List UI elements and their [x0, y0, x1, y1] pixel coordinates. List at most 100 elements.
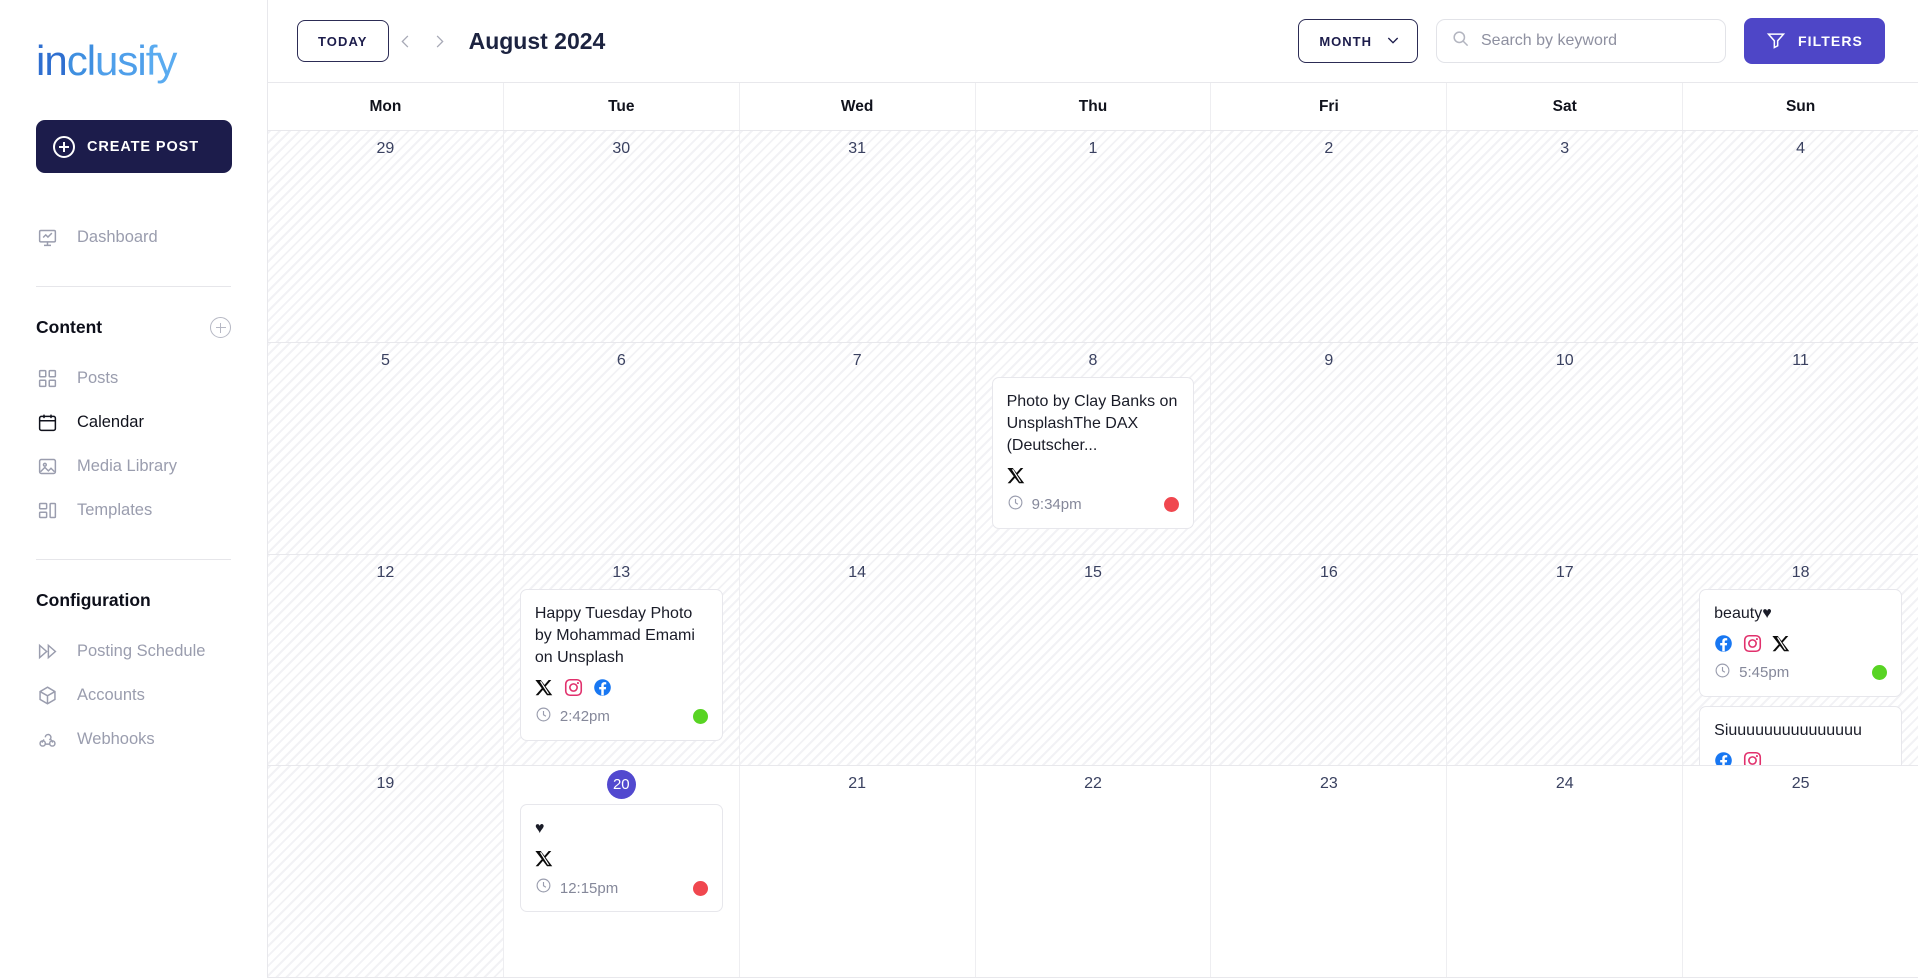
calendar-grid: 29 30 31 1 2 3 4 5 6 7 8 Photo by Clay Banks on Uns… — [268, 131, 1918, 978]
day-events-scroll[interactable] — [976, 165, 1211, 342]
webhook-icon — [36, 728, 58, 750]
post-footer: 9:34pm — [1007, 494, 1180, 516]
day-number: 13 — [612, 563, 631, 581]
create-post-label: CREATE POST — [87, 138, 199, 155]
view-select[interactable]: MONTH — [1298, 19, 1418, 63]
sidebar-item-calendar[interactable]: Calendar — [36, 400, 231, 444]
brand-logo[interactable]: inclusify — [36, 40, 231, 82]
calendar-day-cell[interactable]: 21 — [740, 766, 976, 977]
calendar-day-cell[interactable]: 29 — [268, 131, 504, 342]
calendar-day-cell[interactable]: 30 — [503, 131, 740, 342]
day-events-scroll[interactable]: Happy Tuesday Photo by Mohammad Emami on… — [504, 588, 739, 766]
sidebar-item-templates[interactable]: Templates — [36, 488, 231, 532]
sidebar-item-dashboard[interactable]: Dashboard — [36, 215, 231, 259]
day-number: 29 — [376, 140, 395, 157]
day-events-scroll[interactable] — [504, 377, 739, 554]
filters-button[interactable]: FILTERS — [1744, 18, 1885, 64]
calendar-day-cell[interactable]: 11 — [1683, 342, 1918, 554]
day-number: 16 — [1319, 563, 1338, 581]
calendar-day-cell[interactable]: 13 Happy Tuesday Photo by Mohammad Emami … — [503, 554, 740, 766]
calendar-day-cell[interactable]: 9 — [1211, 342, 1448, 554]
day-events-scroll[interactable] — [268, 800, 503, 977]
today-date-badge: 20 — [606, 770, 636, 800]
day-events-scroll[interactable] — [1447, 800, 1682, 977]
sidebar-item-posts[interactable]: Posts — [36, 356, 231, 400]
page-title: August 2024 — [468, 27, 606, 54]
day-events-scroll[interactable] — [1211, 800, 1446, 977]
post-card[interactable]: Siuuuuuuuuuuuuuuu — [1699, 705, 1903, 766]
sidebar: inclusify CREATE POST Dashboard Content … — [0, 0, 268, 978]
calendar-day-cell[interactable]: 18 beauty♥ 5:45pm Siuuuuuuuuuuuuuuu — [1683, 554, 1918, 766]
prev-month-button[interactable] — [389, 21, 423, 61]
day-events-scroll[interactable] — [740, 377, 975, 554]
day-events-scroll[interactable] — [1447, 589, 1682, 766]
search-input[interactable] — [1481, 32, 1711, 50]
day-events-scroll[interactable] — [1683, 377, 1918, 554]
calendar-day-cell[interactable]: 31 — [739, 131, 976, 342]
post-card[interactable]: Photo by Clay Banks on UnsplashThe DAX (… — [991, 376, 1195, 529]
day-events-scroll[interactable]: beauty♥ 5:45pm Siuuuuuuuuuuuuuuu — [1683, 588, 1918, 766]
sidebar-item-webhooks[interactable]: Webhooks — [36, 717, 231, 761]
calendar-day-cell[interactable]: 19 — [268, 766, 504, 977]
calendar-day-cell[interactable]: 8 Photo by Clay Banks on UnsplashThe DAX … — [975, 342, 1212, 554]
day-events-scroll[interactable] — [1211, 377, 1446, 554]
day-events-scroll[interactable]: ♥ 12:15pm — [504, 804, 739, 977]
dashboard-icon — [36, 226, 58, 248]
calendar-day-cell[interactable]: 24 — [1447, 766, 1684, 977]
x-icon — [535, 849, 554, 868]
sidebar-item-accounts[interactable]: Accounts — [36, 673, 231, 717]
calendar-day-cell[interactable]: 2 — [1211, 131, 1448, 342]
calendar-day-cell[interactable]: 20 ♥ 12:15pm — [504, 766, 740, 977]
day-events-scroll[interactable] — [1211, 165, 1446, 342]
calendar-day-cell[interactable]: 14 — [739, 554, 976, 766]
post-card[interactable]: Happy Tuesday Photo by Mohammad Emami on… — [519, 588, 723, 741]
day-events-scroll[interactable] — [1447, 165, 1682, 342]
day-events-scroll[interactable] — [1447, 377, 1682, 554]
calendar-day-cell[interactable]: 25 — [1683, 766, 1918, 977]
day-number: 25 — [1791, 775, 1810, 793]
next-month-button[interactable] — [423, 21, 457, 61]
day-events-scroll[interactable] — [1683, 165, 1918, 342]
day-events-scroll[interactable] — [976, 589, 1211, 766]
calendar-day-cell[interactable]: 16 — [1211, 554, 1448, 766]
day-events-scroll[interactable] — [976, 800, 1211, 977]
calendar-day-cell[interactable]: 4 — [1683, 131, 1918, 342]
post-card[interactable]: ♥ 12:15pm — [519, 804, 723, 913]
day-number: 17 — [1555, 563, 1574, 581]
day-number: 1 — [1088, 140, 1098, 157]
day-events-scroll[interactable] — [1211, 589, 1446, 766]
create-post-button[interactable]: CREATE POST — [36, 120, 232, 173]
clock-icon — [535, 877, 552, 899]
day-events-scroll[interactable] — [740, 800, 975, 977]
calendar-day-cell[interactable]: 22 — [976, 766, 1212, 977]
day-events-scroll[interactable] — [268, 165, 503, 342]
sidebar-item-posting-schedule[interactable]: Posting Schedule — [36, 629, 231, 673]
day-events-scroll[interactable]: Photo by Clay Banks on UnsplashThe DAX (… — [976, 376, 1211, 554]
post-title: Siuuuuuuuuuuuuuuu — [1714, 721, 1862, 739]
calendar-day-cell[interactable]: 3 — [1447, 131, 1684, 342]
calendar-day-cell[interactable]: 5 — [268, 342, 504, 554]
day-events-scroll[interactable] — [1683, 800, 1918, 977]
calendar-day-cell[interactable]: 1 — [975, 131, 1212, 342]
post-card[interactable]: beauty♥ 5:45pm — [1699, 588, 1903, 697]
search-box[interactable] — [1436, 19, 1726, 63]
calendar-day-cell[interactable]: 15 — [975, 554, 1212, 766]
day-events-scroll[interactable] — [740, 589, 975, 766]
calendar-day-cell[interactable]: 7 — [739, 342, 976, 554]
day-events-scroll[interactable] — [268, 589, 503, 766]
sidebar-item-media-library[interactable]: Media Library — [36, 444, 231, 488]
add-content-icon[interactable] — [210, 317, 231, 338]
calendar-day-cell[interactable]: 10 — [1447, 342, 1684, 554]
x-icon — [535, 678, 554, 697]
day-events-scroll[interactable] — [740, 165, 975, 342]
today-button[interactable]: TODAY — [297, 20, 389, 62]
calendar-day-cell[interactable]: 12 — [268, 554, 504, 766]
calendar-day-cell[interactable]: 23 — [1211, 766, 1448, 977]
calendar-day-cell[interactable]: 17 — [1447, 554, 1684, 766]
content-section-title: Content — [36, 317, 103, 337]
calendar-day-cell[interactable]: 6 — [503, 342, 740, 554]
day-number: 15 — [1084, 563, 1102, 581]
day-events-scroll[interactable] — [504, 165, 739, 342]
day-events-scroll[interactable] — [268, 377, 503, 554]
post-channels — [535, 678, 708, 697]
